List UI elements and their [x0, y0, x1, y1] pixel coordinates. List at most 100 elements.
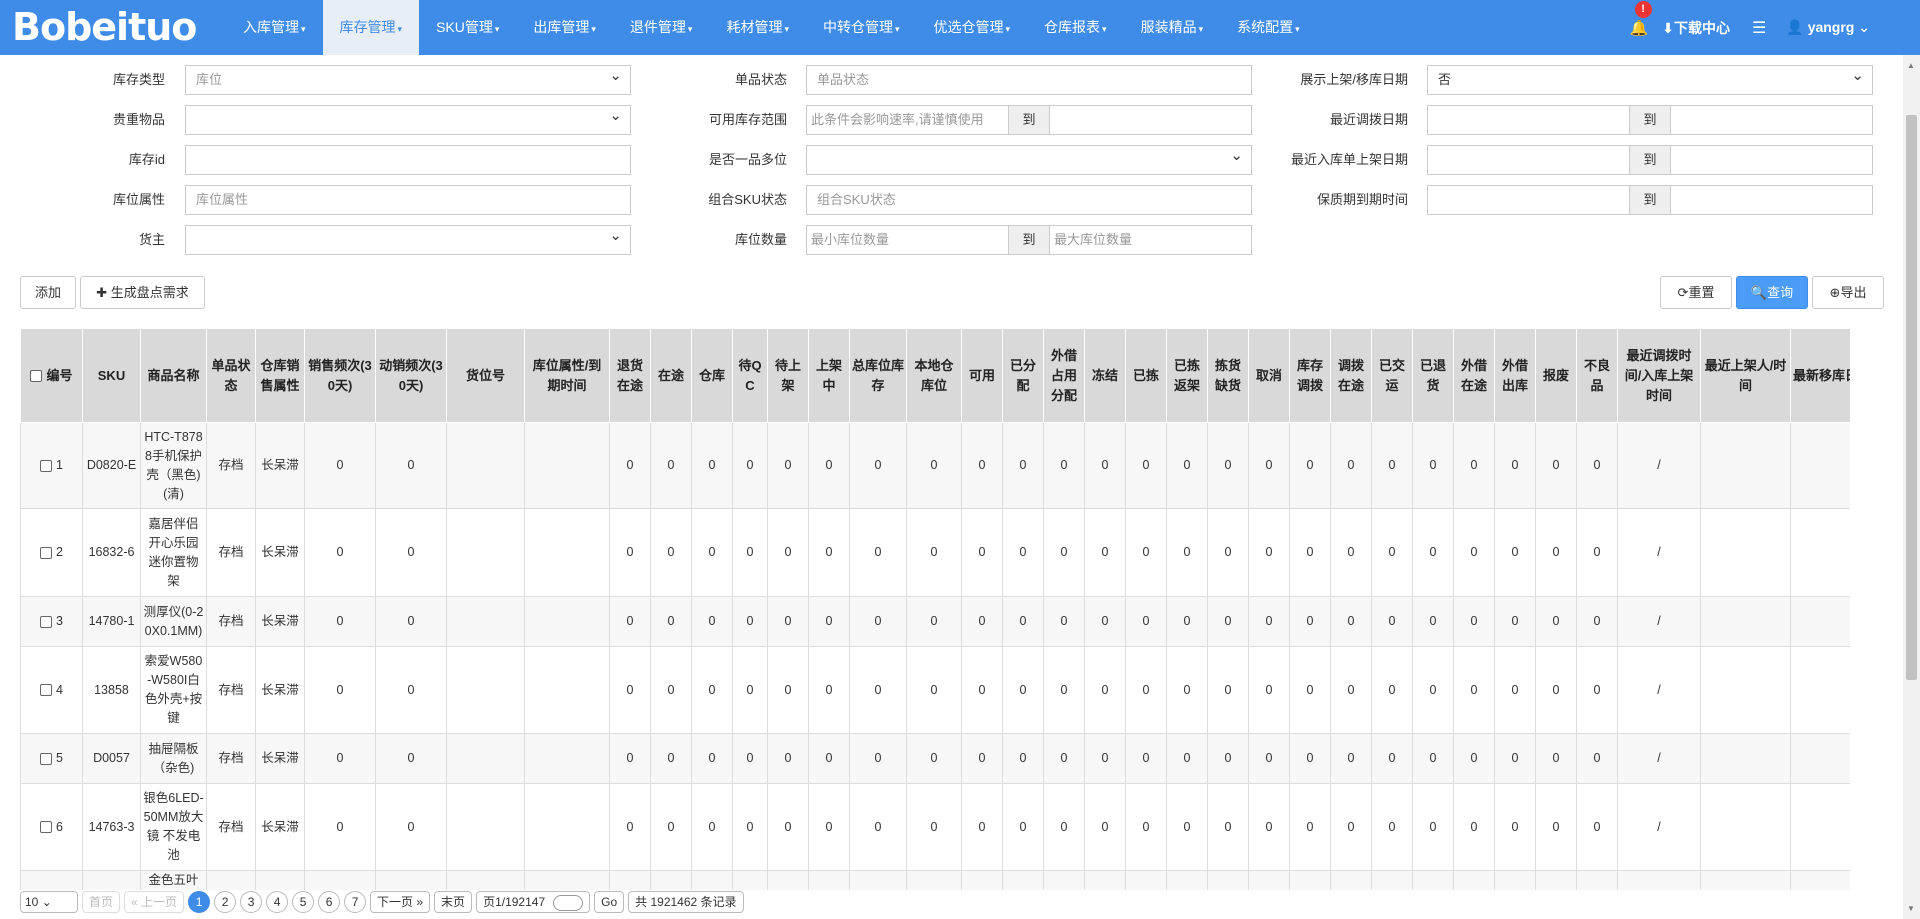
page-number-button[interactable]: 4 [266, 891, 289, 913]
page-scrollbar[interactable]: ▲ ▼ [1903, 55, 1920, 919]
scroll-up-icon[interactable]: ▲ [1907, 61, 1915, 70]
row-checkbox[interactable] [40, 615, 53, 628]
sku-cell[interactable]: D0820-E [82, 422, 141, 509]
row-select-cell[interactable]: 2 [20, 508, 83, 597]
recent-inbound-start-input[interactable] [1427, 145, 1630, 175]
sku-cell[interactable]: 13858 [82, 646, 141, 734]
show-date-select[interactable]: 否 [1427, 62, 1873, 95]
item-status-cell: 存档 [206, 646, 256, 734]
go-button[interactable]: Go [594, 891, 625, 913]
column-header[interactable]: 编号 [20, 328, 83, 423]
scroll-down-icon[interactable]: ▼ [1907, 904, 1915, 913]
nav-item-5[interactable]: 耗材管理 ▾ [709, 0, 806, 55]
recent-shelver-cell [1700, 422, 1791, 509]
row-number: 2 [56, 545, 63, 559]
row-checkbox[interactable] [40, 684, 53, 697]
prev-page-button[interactable]: « 上一页 [124, 891, 185, 913]
owner-select[interactable] [185, 222, 631, 255]
generate-count-button[interactable]: ✚ 生成盘点需求 [80, 276, 205, 309]
page-number-button[interactable]: 7 [344, 891, 367, 913]
nav-item-3[interactable]: 出库管理 ▾ [516, 0, 613, 55]
one-item-multi-select[interactable] [806, 142, 1252, 175]
nav-item-7[interactable]: 优选仓管理 ▾ [917, 0, 1028, 55]
column-header: 已拣返架 [1166, 328, 1208, 423]
expiry-end-input[interactable] [1670, 185, 1873, 215]
page-info: 页1/192147 [476, 891, 591, 913]
nav-item-10[interactable]: 系统配置 ▾ [1220, 0, 1317, 55]
menu-list-icon[interactable]: ☰ [1752, 18, 1766, 38]
bin-attr-input[interactable]: 库位属性 [185, 185, 631, 215]
page-size-select[interactable]: 10 ⌄ [20, 891, 78, 913]
table-row[interactable]: 2 16832-6 嘉居伴侣开心乐园迷你置物架 存档 长呆滞 0 0 0 0 0 0 0 0 0 0 0 0 0 0… [20, 508, 1850, 597]
qty-cell: 0 [1289, 646, 1331, 734]
nav-item-0[interactable]: 入库管理 ▾ [226, 0, 323, 55]
export-button[interactable]: ⊕导出 [1812, 276, 1884, 309]
nav-item-8[interactable]: 仓库报表 ▾ [1027, 0, 1124, 55]
combo-sku-input[interactable]: 组合SKU状态 [806, 185, 1252, 215]
page-number-button[interactable]: 1 [188, 891, 211, 913]
qty-cell: 0 [732, 646, 768, 734]
qty-cell: 0 [1412, 646, 1454, 734]
recent-transfer-end-input[interactable] [1670, 105, 1873, 135]
page-number-button[interactable]: 5 [292, 891, 315, 913]
notification-bell-icon[interactable]: 🔔! [1630, 0, 1652, 37]
sku-cell[interactable]: D0057 [82, 733, 141, 784]
nav-item-1[interactable]: 库存管理 ▾ [322, 0, 420, 55]
page-number-button[interactable]: 3 [240, 891, 263, 913]
query-button[interactable]: 🔍查询 [1736, 276, 1808, 309]
table-row[interactable]: 1 D0820-E HTC-T8788手机保护壳（黑色)(清) 存档 长呆滞 0 0 0 0 0 0… [20, 422, 1850, 509]
select-all-checkbox[interactable] [30, 370, 43, 383]
table-row[interactable]: 金色五叶 [20, 870, 1850, 890]
user-menu[interactable]: 👤 yangrg ⌄ [1786, 19, 1870, 36]
add-button[interactable]: 添加 [20, 276, 76, 309]
last-page-button[interactable]: 末页 [434, 891, 473, 913]
valuables-select[interactable] [185, 102, 631, 135]
sku-cell[interactable]: 14780-1 [82, 596, 141, 647]
column-header-label: 动销频次(30天) [379, 357, 443, 393]
table-row[interactable]: 5 D0057 抽屉隔板（杂色) 存档 长呆滞 0 0 0 0 0 0 0 0 0 0 0 0 0 0 0 0 0 0 0 0 0… [20, 733, 1850, 784]
bin-qty-max-input[interactable]: 最大库位数量 [1049, 225, 1252, 255]
item-status-cell: 存档 [206, 508, 256, 597]
stock-type-select[interactable]: 库位 [185, 62, 631, 95]
scrollbar-thumb[interactable] [1906, 115, 1917, 680]
table-row[interactable]: 6 14763-3 银色6LED-50MM放大镜 不发电池 存档 长呆滞 0 0 0 0 0 0 0 0… [20, 783, 1850, 871]
recent-inbound-end-input[interactable] [1670, 145, 1873, 175]
recent-transfer-start-input[interactable] [1427, 105, 1630, 135]
sku-cell[interactable]: 16832-6 [82, 508, 141, 597]
row-select-cell[interactable]: 4 [20, 646, 83, 734]
row-select-cell[interactable]: 6 [20, 783, 83, 871]
reset-button[interactable]: ⟳重置 [1660, 276, 1732, 309]
item-status-input[interactable]: 单品状态 [806, 65, 1252, 95]
table-row[interactable]: 4 13858 索爱W580-W580I白色外壳+按键 存档 长呆滞 0 0 0 0 0 0 0 0 0 0… [20, 646, 1850, 734]
bin-number-cell [446, 508, 525, 597]
stock-id-input[interactable] [185, 145, 631, 175]
table-row[interactable]: 3 14780-1 测厚仪(0-20X0.1MM) 存档 长呆滞 0 0 0 0 0 0 0 0 0 0 0 0… [20, 596, 1850, 647]
bin-qty-min-input[interactable]: 最小库位数量 [806, 225, 1009, 255]
page-number-button[interactable]: 2 [214, 891, 237, 913]
nav-item-9[interactable]: 服装精品 ▾ [1124, 0, 1221, 55]
expiry-start-input[interactable] [1427, 185, 1630, 215]
app-logo[interactable]: Bobeituo [12, 4, 197, 50]
avail-range-max-input[interactable] [1049, 105, 1252, 135]
row-select-cell[interactable]: 1 [20, 422, 83, 509]
row-checkbox[interactable] [40, 821, 53, 834]
row-select-cell[interactable]: 3 [20, 596, 83, 647]
table-cell [650, 870, 692, 890]
row-checkbox[interactable] [40, 459, 53, 472]
column-header: 退货在途 [609, 328, 651, 423]
row-checkbox[interactable] [40, 546, 53, 559]
next-page-button[interactable]: 下一页 » [370, 891, 431, 913]
sku-cell[interactable]: 14763-3 [82, 783, 141, 871]
first-page-button[interactable]: 首页 [82, 891, 121, 913]
table-cell [524, 870, 610, 890]
row-select-cell[interactable]: 5 [20, 733, 83, 784]
page-jump-input[interactable] [553, 894, 584, 911]
download-center-link[interactable]: ⬇下载中心 [1662, 18, 1730, 38]
nav-item-2[interactable]: SKU管理 ▾ [419, 0, 516, 55]
nav-item-4[interactable]: 退件管理 ▾ [613, 0, 710, 55]
avail-range-min-input[interactable]: 此条件会影响速率,请谨慎使用 [806, 105, 1009, 135]
qty-cell: 0 [1289, 733, 1331, 784]
row-checkbox[interactable] [40, 752, 53, 765]
page-number-button[interactable]: 6 [318, 891, 341, 913]
nav-item-6[interactable]: 中转仓管理 ▾ [806, 0, 917, 55]
